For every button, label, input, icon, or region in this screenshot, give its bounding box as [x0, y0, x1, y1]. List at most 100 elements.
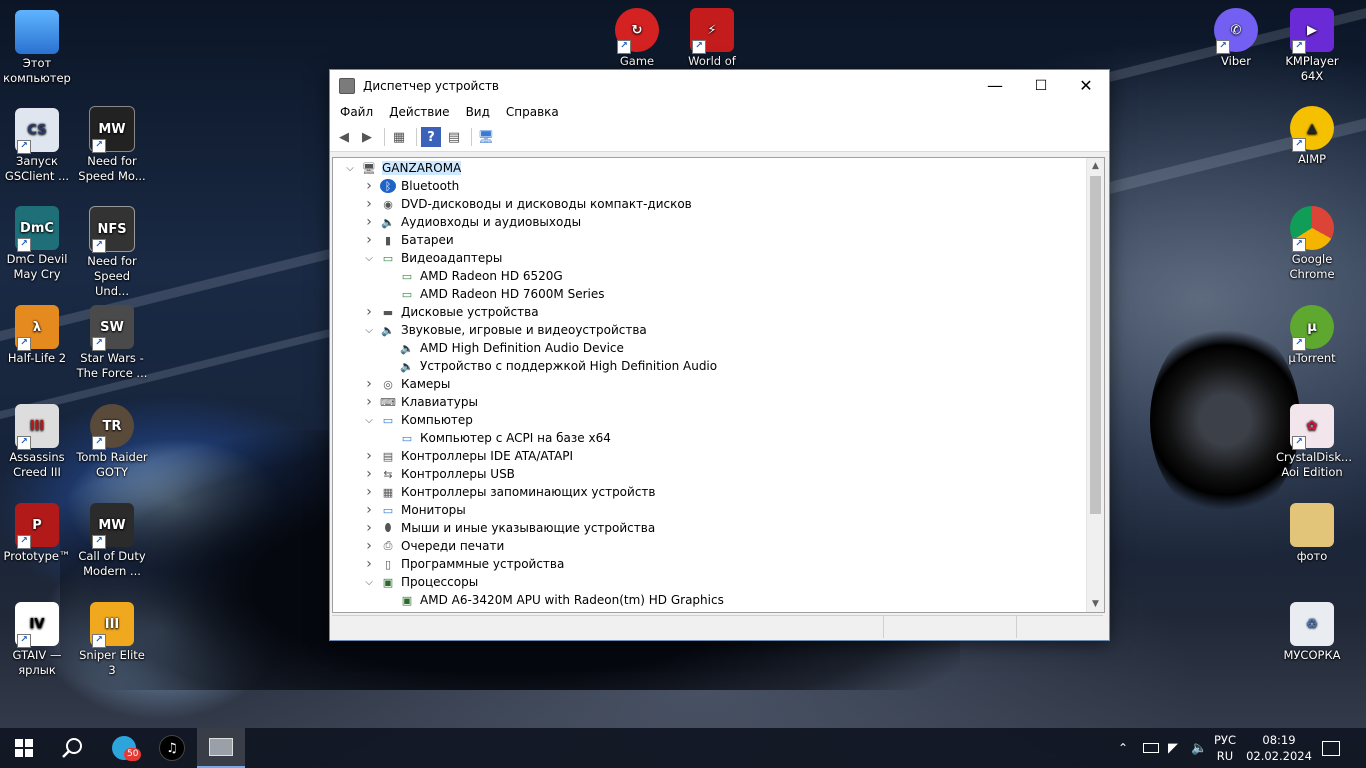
tree-device[interactable]: 🔈 Устройство с поддержкой High Definition… [333, 357, 1104, 375]
desktop-icon-tomb-raider[interactable]: TR ↗ Tomb Raider GOTY [76, 404, 148, 480]
chevron-right-icon[interactable]: › [362, 466, 376, 482]
desktop-icon-recycle-bin[interactable]: ♻ МУСОРКА [1276, 602, 1348, 663]
tree-category[interactable]: › ⌨ Клавиатуры [333, 393, 1104, 411]
tree-device[interactable]: ▭ AMD Radeon HD 6520G [333, 267, 1104, 285]
desktop-icon-dmc[interactable]: DmC ↗ DmC Devil May Cry [1, 206, 73, 282]
scroll-up-arrow[interactable]: ▲ [1087, 158, 1104, 174]
tree-category[interactable]: › ▦ Контроллеры запоминающих устройств [333, 483, 1104, 501]
wifi-icon[interactable]: ◤ [1168, 728, 1178, 768]
desktop-icon-gta-iv[interactable]: IV ↗ GTAIV — ярлык [1, 602, 73, 678]
title-bar[interactable]: Диспетчер устройств — ☐ ✕ [330, 70, 1109, 101]
chevron-down-icon[interactable]: ⌵ [362, 415, 376, 426]
tree-category[interactable]: › ⇆ Контроллеры USB [333, 465, 1104, 483]
chevron-down-icon[interactable]: ⌵ [343, 163, 357, 174]
language-indicator[interactable]: РУС RU [1214, 728, 1236, 768]
forward-icon[interactable]: ▶ [357, 127, 377, 147]
chevron-right-icon[interactable]: › [362, 556, 376, 572]
tree-category[interactable]: › ▯ Программные устройства [333, 555, 1104, 573]
show-hidden-icons[interactable]: ⌃ [1118, 728, 1128, 768]
menu-help[interactable]: Справка [498, 105, 567, 119]
scrollbar-thumb[interactable] [1090, 176, 1101, 514]
tree-device[interactable]: ▭ AMD Radeon HD 7600M Series [333, 285, 1104, 303]
tree-device[interactable]: ▣ AMD A6-3420M APU with Radeon(tm) HD Gra… [333, 591, 1104, 609]
desktop-icon-star-wars[interactable]: SW ↗ Star Wars - The Force ... [76, 305, 148, 381]
chevron-right-icon[interactable]: › [362, 520, 376, 536]
chevron-right-icon[interactable]: › [362, 304, 376, 320]
maximize-button[interactable]: ☐ [1018, 70, 1064, 101]
start-button[interactable] [0, 728, 48, 768]
device-manager-taskbar-button[interactable] [197, 728, 245, 768]
tree-category[interactable]: ⌵ 🔈 Звуковые, игровые и видеоустройства [333, 321, 1104, 339]
tree-label: Мониторы [401, 503, 466, 517]
chevron-down-icon[interactable]: ⌵ [362, 325, 376, 336]
chevron-right-icon[interactable]: › [362, 376, 376, 392]
desktop-icon-photo-folder[interactable]: фото [1276, 503, 1348, 564]
desktop-icon-sniper-elite[interactable]: III ↗ Sniper Elite 3 [76, 602, 148, 678]
desktop-icon-call-of-duty[interactable]: MW ↗ Call of Duty Modern ... [76, 503, 148, 579]
minimize-button[interactable]: — [972, 70, 1018, 101]
desktop-icon-world-of-tanks[interactable]: ⚡ ↗ World of [676, 8, 748, 69]
battery-tray-icon[interactable] [1143, 728, 1159, 768]
desktop-icon-crystaldisk[interactable]: ✿ ↗ CrystalDisk... Aoi Edition [1276, 404, 1352, 480]
chevron-right-icon[interactable]: › [362, 232, 376, 248]
notifications-button[interactable] [1322, 728, 1340, 768]
desktop-icon-utorrent[interactable]: µ ↗ µTorrent [1276, 305, 1348, 366]
tree-category[interactable]: › ⎙ Очереди печати [333, 537, 1104, 555]
view-icon[interactable]: ▤ [444, 127, 464, 147]
tree-root[interactable]: ⌵ 🖥 GANZAROMA [333, 159, 1104, 177]
desktop-icon-label: Star Wars - [80, 351, 144, 365]
tiktok-taskbar-button[interactable]: ♫ [148, 728, 196, 768]
chevron-right-icon[interactable]: › [362, 538, 376, 554]
chevron-down-icon[interactable]: ⌵ [362, 577, 376, 588]
desktop-icon-prototype[interactable]: P ↗ Prototype™ [1, 503, 73, 564]
telegram-taskbar-button[interactable]: 50 [100, 728, 148, 768]
tree-device[interactable]: ▭ Компьютер с ACPI на базе x64 [333, 429, 1104, 447]
tree-device[interactable]: 🔈 AMD High Definition Audio Device [333, 339, 1104, 357]
desktop-icon-nfs-most-wanted[interactable]: MW ↗ Need for Speed Mo... [76, 106, 148, 184]
properties-icon[interactable]: ▦ [389, 127, 409, 147]
tree-category[interactable]: › 🔈 Аудиовходы и аудиовыходы [333, 213, 1104, 231]
scroll-down-arrow[interactable]: ▼ [1087, 596, 1104, 612]
desktop-icon-viber[interactable]: ✆ ↗ Viber [1200, 8, 1272, 69]
tree-category[interactable]: ⌵ ▭ Видеоадаптеры [333, 249, 1104, 267]
chevron-right-icon[interactable]: › [362, 484, 376, 500]
chevron-right-icon[interactable]: › [362, 196, 376, 212]
menu-action[interactable]: Действие [381, 105, 457, 119]
chevron-down-icon[interactable]: ⌵ [362, 253, 376, 264]
desktop-icon-half-life[interactable]: λ ↗ Half-Life 2 [1, 305, 73, 366]
tree-category[interactable]: › ◎ Камеры [333, 375, 1104, 393]
tree-category[interactable]: › ▤ Контроллеры IDE ATA/ATAPI [333, 447, 1104, 465]
desktop-icon-gsclient[interactable]: CS ↗ Запуск GSClient ... [1, 108, 73, 184]
desktop-icon-assassins-creed[interactable]: III ↗ Assassins Creed III [1, 404, 73, 480]
chevron-right-icon[interactable]: › [362, 448, 376, 464]
desktop-icon-computer[interactable]: Этот компьютер [1, 10, 73, 86]
tree-category[interactable]: › ⬮ Мыши и иные указывающие устройства [333, 519, 1104, 537]
desktop-icon-chrome[interactable]: ↗ Google Chrome [1276, 206, 1348, 282]
lang-top: РУС [1214, 733, 1236, 747]
desktop-icon-kmplayer[interactable]: ▶ ↗ KMPlayer 64X [1276, 8, 1348, 84]
device-tree[interactable]: ⌵ 🖥 GANZAROMA › ᛒ Bluetooth › ◉ DVD-дисководы и … [332, 157, 1105, 613]
desktop-icon-nfs-underground[interactable]: NFS ↗ Need for Speed Und... [76, 206, 148, 299]
vertical-scrollbar[interactable]: ▲ ▼ [1086, 158, 1104, 612]
chevron-right-icon[interactable]: › [362, 178, 376, 194]
tree-category[interactable]: ⌵ ▣ Процессоры [333, 573, 1104, 591]
tree-category[interactable]: › ▬ Дисковые устройства [333, 303, 1104, 321]
close-button[interactable]: ✕ [1063, 70, 1109, 101]
menu-file[interactable]: Файл [332, 105, 381, 119]
volume-icon[interactable]: 🔈 [1191, 728, 1207, 768]
back-icon[interactable]: ◀ [334, 127, 354, 147]
monitor-scan-icon[interactable]: 🖥 [476, 127, 496, 147]
clock[interactable]: 08:19 02.02.2024 [1246, 728, 1312, 768]
chevron-right-icon[interactable]: › [362, 502, 376, 518]
tree-category[interactable]: › ᛒ Bluetooth [333, 177, 1104, 195]
tree-category[interactable]: ⌵ ▭ Компьютер [333, 411, 1104, 429]
menu-view[interactable]: Вид [458, 105, 498, 119]
help-icon[interactable]: ? [421, 127, 441, 147]
desktop-icon-aimp[interactable]: ▲ ↗ AIMP [1276, 106, 1348, 167]
search-button[interactable] [48, 728, 96, 768]
tree-category[interactable]: › ◉ DVD-дисководы и дисководы компакт-диск… [333, 195, 1104, 213]
chevron-right-icon[interactable]: › [362, 394, 376, 410]
tree-category[interactable]: › ▮ Батареи [333, 231, 1104, 249]
tree-category[interactable]: › ▭ Мониторы [333, 501, 1104, 519]
chevron-right-icon[interactable]: › [362, 214, 376, 230]
